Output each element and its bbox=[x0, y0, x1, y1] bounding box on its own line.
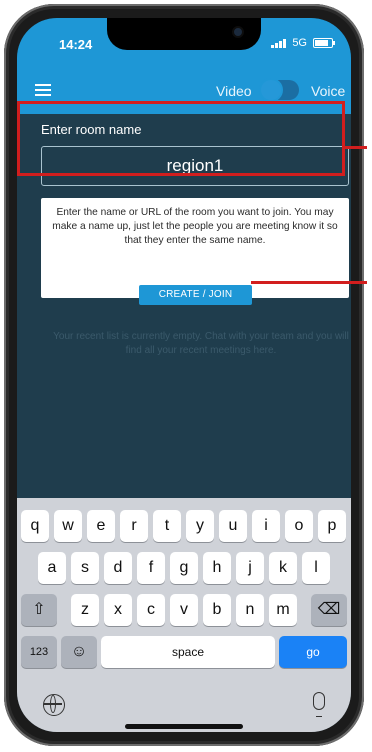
toggle-knob bbox=[261, 80, 281, 100]
key-x[interactable]: x bbox=[104, 594, 132, 626]
key-b[interactable]: b bbox=[203, 594, 231, 626]
keyboard: q w e r t y u i o p a s d f g h j k l ⇧ … bbox=[17, 498, 351, 732]
key-q[interactable]: q bbox=[21, 510, 49, 542]
key-u[interactable]: u bbox=[219, 510, 247, 542]
key-v[interactable]: v bbox=[170, 594, 198, 626]
highlight-pointer bbox=[251, 281, 367, 284]
signal-icon bbox=[271, 38, 287, 48]
space-key[interactable]: space bbox=[101, 636, 275, 668]
key-t[interactable]: t bbox=[153, 510, 181, 542]
room-name-input[interactable]: region1 bbox=[41, 146, 349, 186]
key-i[interactable]: i bbox=[252, 510, 280, 542]
app-screen: 14:24 5G Video Voice Enter room name reg… bbox=[17, 18, 351, 732]
recent-empty-text: Your recent list is currently empty. Cha… bbox=[53, 331, 349, 356]
video-voice-toggle[interactable] bbox=[261, 80, 299, 100]
go-key[interactable]: go bbox=[279, 636, 347, 668]
key-f[interactable]: f bbox=[137, 552, 165, 584]
key-m[interactable]: m bbox=[269, 594, 297, 626]
phone-frame: 14:24 5G Video Voice Enter room name reg… bbox=[4, 4, 364, 746]
network-label: 5G bbox=[292, 37, 307, 49]
home-indicator bbox=[125, 724, 243, 729]
status-time: 14:24 bbox=[59, 37, 93, 52]
key-s[interactable]: s bbox=[71, 552, 99, 584]
video-label: Video bbox=[216, 83, 252, 99]
battery-icon bbox=[313, 38, 335, 48]
key-d[interactable]: d bbox=[104, 552, 132, 584]
key-r[interactable]: r bbox=[120, 510, 148, 542]
key-y[interactable]: y bbox=[186, 510, 214, 542]
key-h[interactable]: h bbox=[203, 552, 231, 584]
backspace-icon[interactable]: ⌫ bbox=[311, 594, 347, 626]
key-k[interactable]: k bbox=[269, 552, 297, 584]
key-p[interactable]: p bbox=[318, 510, 346, 542]
camera-icon bbox=[232, 26, 244, 38]
create-join-button[interactable]: CREATE / JOIN bbox=[139, 285, 252, 305]
key-o[interactable]: o bbox=[285, 510, 313, 542]
key-e[interactable]: e bbox=[87, 510, 115, 542]
app-toolbar: Video Voice bbox=[17, 68, 351, 114]
info-text: Enter the name or URL of the room you wa… bbox=[52, 207, 338, 246]
key-w[interactable]: w bbox=[54, 510, 82, 542]
key-l[interactable]: l bbox=[302, 552, 330, 584]
status-bar: 14:24 5G bbox=[17, 18, 351, 68]
room-name-label: Enter room name bbox=[41, 122, 142, 137]
menu-icon[interactable] bbox=[35, 84, 51, 96]
voice-label: Voice bbox=[311, 83, 346, 99]
key-a[interactable]: a bbox=[38, 552, 66, 584]
key-g[interactable]: g bbox=[170, 552, 198, 584]
microphone-stand bbox=[316, 710, 322, 717]
status-icons: 5G bbox=[271, 37, 335, 49]
key-z[interactable]: z bbox=[71, 594, 99, 626]
key-j[interactable]: j bbox=[236, 552, 264, 584]
numbers-key[interactable]: 123 bbox=[21, 636, 57, 668]
key-n[interactable]: n bbox=[236, 594, 264, 626]
shift-icon[interactable]: ⇧ bbox=[21, 594, 57, 626]
emoji-icon[interactable]: ☺ bbox=[61, 636, 97, 668]
key-c[interactable]: c bbox=[137, 594, 165, 626]
microphone-icon[interactable] bbox=[313, 692, 325, 710]
globe-icon[interactable] bbox=[43, 694, 65, 716]
highlight-connector bbox=[345, 146, 367, 149]
